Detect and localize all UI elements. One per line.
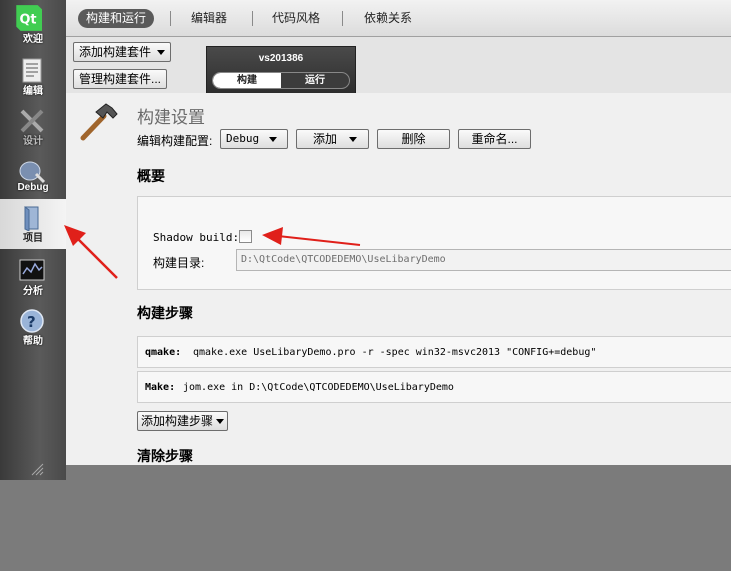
project-book-icon — [24, 206, 39, 231]
tab-editor[interactable]: 编辑器 — [183, 9, 235, 28]
kit-target-selector: vs201386 构建 运行 — [206, 46, 356, 94]
step-command: jom.exe in D:\QtCode\QTCODEDEMO\UseLibar… — [183, 382, 454, 393]
tab-dependencies[interactable]: 依赖关系 — [356, 9, 420, 28]
shadow-build-checkbox[interactable] — [239, 230, 252, 243]
mode-design[interactable]: 设计 — [0, 102, 66, 152]
mode-help[interactable]: ? 帮助 — [0, 302, 66, 352]
svg-text:?: ? — [27, 313, 36, 331]
mode-sidebar: Qt 欢迎 编辑 设计 Debug 项目 分析 ? 帮助 — [0, 0, 66, 480]
analyze-monitor-icon — [19, 259, 45, 281]
build-run-switch: 构建 运行 — [212, 72, 350, 89]
add-config-label: 添加 — [313, 132, 338, 146]
help-question-icon: ? — [20, 309, 44, 333]
tab-code-style[interactable]: 代码风格 — [264, 9, 328, 28]
step-name: qmake: — [145, 347, 182, 358]
build-segment[interactable]: 构建 — [213, 73, 281, 88]
chevron-down-icon — [349, 137, 358, 143]
mode-label: 项目 — [23, 233, 43, 244]
tab-separator — [252, 11, 253, 26]
step-name: Make: — [145, 382, 176, 393]
hammer-icon — [80, 103, 118, 141]
mode-debug[interactable]: Debug — [0, 152, 66, 202]
project-tab-bar: 构建和运行 编辑器 代码风格 依赖关系 — [66, 0, 731, 37]
config-select[interactable]: Debug — [220, 129, 288, 149]
build-dir-label: 构建目录: — [153, 256, 205, 270]
edit-document-icon — [22, 58, 42, 83]
chevron-down-icon — [216, 419, 225, 425]
resize-grip-icon[interactable] — [30, 462, 44, 476]
build-dir-field[interactable]: D:\QtCode\QTCODEDEMO\UseLibaryDemo — [236, 249, 731, 271]
add-kit-button[interactable]: 添加构建套件 — [73, 42, 172, 62]
build-step-row[interactable]: qmake: qmake.exe UseLibaryDemo.pro -r -s… — [137, 336, 731, 368]
rename-config-button[interactable]: 重命名... — [458, 129, 531, 149]
debug-bug-icon — [19, 161, 46, 184]
chevron-down-icon — [157, 50, 166, 56]
step-command: qmake.exe UseLibaryDemo.pro -r -spec win… — [193, 347, 597, 358]
add-config-button[interactable]: 添加 — [296, 129, 369, 149]
add-build-step-label: 添加构建步骤 — [141, 414, 214, 428]
tab-separator — [170, 11, 171, 26]
kit-name: vs201386 — [258, 53, 304, 64]
page-title: 构建设置 — [137, 108, 205, 128]
kit-bar: 添加构建套件 管理构建套件... vs201386 构建 运行 — [66, 37, 731, 94]
clean-steps-heading: 清除步骤 — [137, 449, 193, 465]
delete-config-button[interactable]: 删除 — [377, 129, 450, 149]
mode-label: 帮助 — [23, 336, 43, 347]
mode-welcome[interactable]: Qt 欢迎 — [0, 0, 66, 50]
design-tools-icon — [20, 109, 44, 133]
config-value: Debug — [226, 132, 260, 145]
overview-heading: 概要 — [137, 169, 165, 185]
build-steps-heading: 构建步骤 — [137, 306, 193, 322]
mode-label: 编辑 — [23, 86, 43, 97]
add-build-step-button[interactable]: 添加构建步骤 — [137, 411, 229, 431]
mode-edit[interactable]: 编辑 — [0, 52, 66, 102]
qt-logo-icon: Qt — [16, 5, 42, 31]
mode-label: 欢迎 — [23, 34, 43, 45]
build-step-row[interactable]: Make: jom.exe in D:\QtCode\QTCODEDEMO\Us… — [137, 371, 731, 403]
build-settings-content: 构建设置 编辑构建配置: Debug 添加 删除 重命名... 概要 Shado… — [66, 93, 731, 465]
mode-label: 设计 — [23, 136, 43, 147]
chevron-down-icon — [269, 136, 278, 142]
manage-kits-button[interactable]: 管理构建套件... — [73, 69, 168, 89]
tab-build-and-run[interactable]: 构建和运行 — [78, 9, 155, 28]
run-segment[interactable]: 运行 — [281, 73, 349, 88]
edit-config-label: 编辑构建配置: — [137, 134, 213, 148]
qt-logo-text: Qt — [20, 12, 37, 27]
add-kit-label: 添加构建套件 — [79, 45, 152, 59]
mode-label: Debug — [17, 182, 49, 193]
mode-projects[interactable]: 项目 — [0, 199, 66, 249]
shadow-build-label: Shadow build: — [153, 231, 240, 244]
tab-separator — [342, 11, 343, 26]
mode-analyze[interactable]: 分析 — [0, 252, 66, 302]
mode-label: 分析 — [23, 286, 43, 297]
